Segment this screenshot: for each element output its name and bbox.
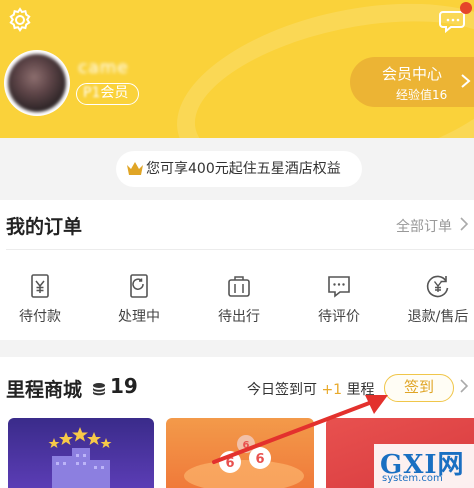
sign-in-hint-prefix: 今日签到可 (247, 382, 317, 398)
member-level-badge[interactable]: P1会员 (76, 83, 140, 105)
perk-banner[interactable]: 您可享400元起住五星酒店权益 (116, 151, 362, 187)
profile-header: came P1会员 会员中心 经验值16 (0, 0, 474, 138)
svg-text:6: 6 (243, 440, 250, 451)
order-upcoming-trip-label: 待出行 (218, 309, 260, 325)
order-refund-label: 退款/售后 (407, 309, 469, 325)
mall-card-hotel[interactable] (8, 418, 154, 488)
divider (6, 249, 474, 250)
svg-text:6: 6 (225, 456, 234, 471)
mileage-points: 19 (110, 374, 138, 398)
crown-icon (127, 162, 143, 175)
coin-stack-icon (93, 383, 105, 396)
luggage-icon (228, 276, 250, 297)
sign-in-button[interactable]: 签到 (384, 374, 454, 402)
member-level-label: 会员 (100, 85, 129, 101)
watermark: GXI网 system.com (374, 444, 474, 488)
member-center-button[interactable]: 会员中心 经验值16 (350, 57, 474, 107)
mileage-mall-title: 里程商城 (6, 379, 83, 401)
refund-icon (426, 275, 449, 298)
all-orders-link[interactable]: 全部订单 (396, 216, 452, 236)
chevron-right-icon[interactable] (458, 379, 470, 393)
yen-clipboard-icon (31, 274, 49, 298)
order-pending-payment[interactable]: 待付款 (0, 272, 80, 326)
perk-text: 您可享400元起住五星酒店权益 (146, 161, 341, 177)
order-processing-label: 处理中 (118, 309, 160, 325)
avatar-image (8, 54, 66, 112)
sign-in-hint-bonus: +1 (321, 382, 343, 398)
experience-value: 经验值16 (396, 88, 448, 102)
username: came (78, 58, 129, 78)
gear-icon[interactable] (6, 6, 34, 34)
member-level-prefix: P1 (83, 85, 101, 101)
order-refund[interactable]: 退款/售后 (398, 272, 474, 326)
order-processing[interactable]: 处理中 (99, 272, 179, 326)
avatar[interactable] (4, 50, 70, 116)
order-upcoming-trip[interactable]: 待出行 (199, 272, 279, 326)
hotel-stars-illustration (48, 427, 112, 488)
order-to-review-label: 待评价 (318, 309, 360, 325)
processing-icon (130, 274, 148, 298)
order-pending-payment-label: 待付款 (19, 309, 61, 325)
chevron-right-icon[interactable] (458, 217, 470, 231)
mall-card-lottery[interactable]: 6 6 6 (166, 418, 314, 488)
lottery-balls-illustration: 6 6 6 (184, 435, 304, 488)
sign-in-hint-suffix: 里程 (346, 382, 375, 398)
comment-icon (328, 276, 350, 298)
my-orders-card: 我的订单 全部订单 待付款 处理中 待出行 待评价 退款/售后 (0, 200, 474, 340)
orders-title: 我的订单 (6, 216, 83, 238)
chevron-right-icon (461, 74, 471, 88)
order-to-review[interactable]: 待评价 (299, 272, 379, 326)
watermark-url: system.com (382, 473, 443, 484)
notification-dot (460, 2, 472, 14)
svg-text:6: 6 (255, 452, 264, 467)
sign-in-hint: 今日签到可 +1 里程 (247, 379, 375, 399)
